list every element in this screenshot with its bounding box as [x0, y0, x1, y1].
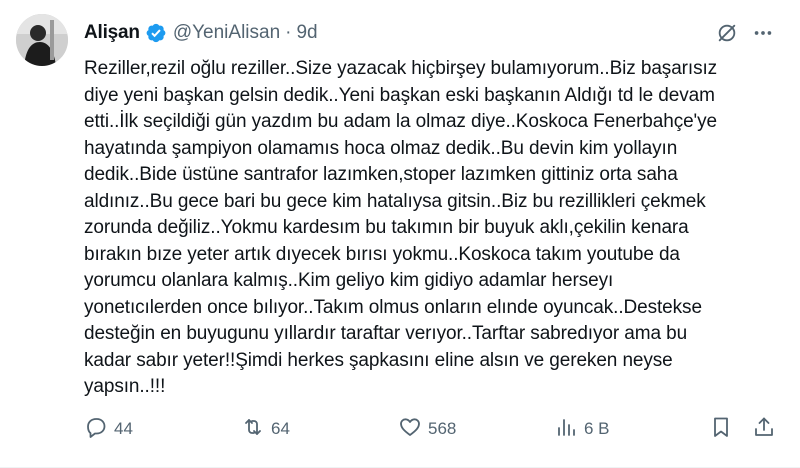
repost-count: 64: [271, 419, 290, 438]
reply-count: 44: [114, 419, 133, 438]
tweet-text-line: yonetıcılerden once bılıyor..Takım olmus…: [84, 296, 702, 318]
display-name[interactable]: Alişan: [84, 22, 140, 44]
tweet-text-line: diye yeni başkan gelsin dedik..Yeni başk…: [84, 84, 715, 106]
timestamp[interactable]: 9d: [296, 22, 317, 44]
reply-icon: [84, 415, 108, 444]
grok-icon[interactable]: [716, 22, 738, 44]
like-icon: [398, 415, 422, 444]
more-icon[interactable]: [752, 22, 774, 44]
repost-button[interactable]: 64: [241, 414, 290, 444]
tweet-text-line: etti..İlk seçildiği gün yazdım bu adam l…: [84, 111, 717, 132]
reply-button[interactable]: 44: [84, 414, 133, 444]
tweet-text-line: aldınız..Bu gece bari bu gece kim hatalı…: [84, 190, 706, 212]
views-button[interactable]: 6 B: [554, 414, 610, 444]
views-count: 6 B: [584, 419, 610, 438]
share-icon: [752, 415, 776, 444]
tweet-text-line: kadar sabır yeter!!Şimdi herkes şapkasın…: [84, 349, 673, 371]
bookmark-icon: [709, 415, 733, 444]
like-count: 568: [428, 419, 457, 438]
tweet-actions: 44 64 568 6 B: [84, 414, 784, 444]
like-button[interactable]: 568: [398, 414, 456, 444]
tweet-text-line: Reziller,rezil oğlu reziller..Size yazac…: [84, 58, 718, 79]
header-actions: [716, 18, 774, 48]
tweet-text: Reziller,rezil oğlu reziller..Size yazac…: [84, 56, 790, 401]
views-icon: [554, 415, 578, 444]
bookmark-button[interactable]: [709, 414, 733, 444]
repost-icon: [241, 415, 265, 444]
verified-badge-icon[interactable]: [145, 22, 167, 44]
author-handle[interactable]: @YeniAlisan: [173, 22, 280, 44]
separator: ·: [285, 22, 292, 43]
tweet[interactable]: Alişan @YeniAlisan · 9d Reziller,rezil o…: [0, 0, 800, 468]
tweet-text-line: desteğin en buyugunu yıllardır taraftar …: [84, 323, 688, 344]
tweet-text-line: yorumcu olanlara kalmış..Kim geliyo kim …: [84, 270, 614, 291]
tweet-text-line: bırakın bıze yeter artık dıyecek bırısı …: [84, 243, 680, 265]
tweet-text-line: dedik..Bide üstüne santrafor lazımken,st…: [84, 164, 678, 185]
avatar-image: [16, 14, 68, 66]
avatar[interactable]: [16, 14, 68, 66]
tweet-text-line: yapsın..!!!: [84, 376, 166, 397]
share-button[interactable]: [752, 414, 776, 444]
tweet-text-line: hayatında şampiyon olamamıs hoca olmaz d…: [84, 137, 678, 159]
tweet-header: Alişan @YeniAlisan · 9d: [84, 18, 784, 48]
tweet-text-line: zorunda değiliz..Yokmu kardesım bu takım…: [84, 217, 689, 238]
